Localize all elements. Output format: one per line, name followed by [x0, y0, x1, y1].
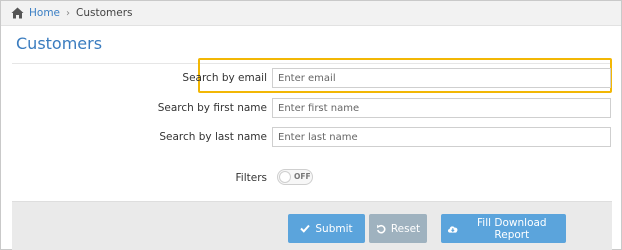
- last-name-label: Search by last name: [159, 131, 267, 143]
- toggle-state-text: OFF: [294, 172, 311, 181]
- undo-icon: [376, 224, 386, 233]
- email-row: Search by email: [1, 68, 621, 90]
- submit-button-label: Submit: [315, 222, 353, 235]
- breadcrumb: Home › Customers: [1, 1, 621, 26]
- breadcrumb-separator: ›: [66, 7, 71, 19]
- filters-label: Filters: [235, 172, 267, 184]
- first-name-row: Search by first name: [1, 98, 621, 120]
- cloud-download-icon: [448, 225, 458, 233]
- breadcrumb-home-link[interactable]: Home: [29, 7, 60, 19]
- filters-toggle[interactable]: OFF: [277, 169, 313, 185]
- first-name-search-input[interactable]: [272, 98, 611, 118]
- action-bar: Submit Reset Fill Download Report: [12, 201, 612, 250]
- home-icon[interactable]: [11, 7, 24, 19]
- email-search-input[interactable]: [272, 68, 611, 88]
- page-frame: Home › Customers Customers Search by ema…: [0, 0, 622, 250]
- fill-download-report-button[interactable]: Fill Download Report: [441, 214, 566, 243]
- submit-button[interactable]: Submit: [288, 214, 365, 243]
- last-name-row: Search by last name: [1, 127, 621, 149]
- email-label: Search by email: [182, 72, 267, 84]
- fill-download-report-label: Fill Download Report: [477, 216, 547, 241]
- reset-button-label: Reset: [390, 222, 421, 235]
- page-title: Customers: [16, 34, 103, 53]
- reset-button[interactable]: Reset: [369, 214, 427, 243]
- toggle-knob: [279, 171, 291, 183]
- first-name-label: Search by first name: [157, 102, 267, 114]
- breadcrumb-current: Customers: [76, 7, 133, 19]
- last-name-search-input[interactable]: [272, 127, 611, 147]
- check-icon: [300, 224, 311, 233]
